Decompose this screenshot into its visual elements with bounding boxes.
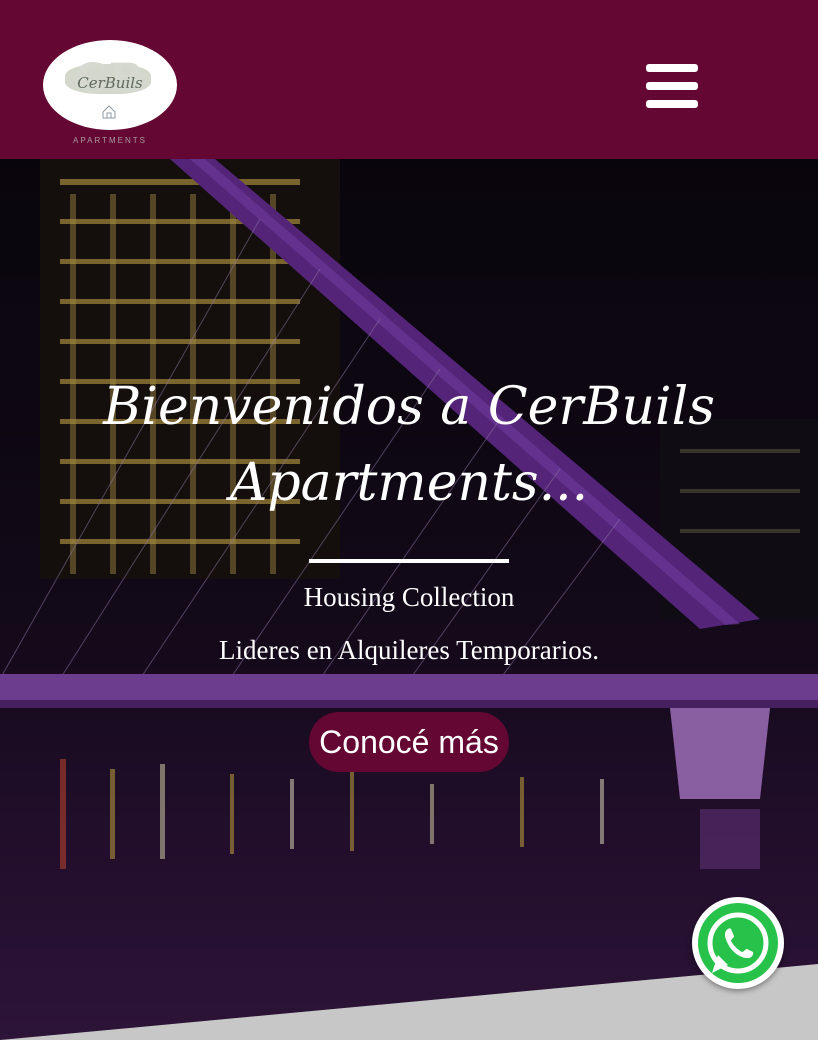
hamburger-bar bbox=[646, 100, 698, 108]
hamburger-icon bbox=[646, 64, 698, 72]
hamburger-bar bbox=[646, 82, 698, 90]
hero-subtitle: Housing Collection bbox=[303, 582, 515, 612]
hero-tagline: Lideres en Alquileres Temporarios. bbox=[218, 635, 599, 665]
site-header: CB CerBuils APARTMENTS bbox=[0, 0, 818, 159]
house-icon bbox=[102, 105, 116, 119]
hero-divider bbox=[309, 559, 509, 563]
site-logo[interactable]: CB CerBuils bbox=[43, 40, 177, 130]
hero-title-line-1: Bienvenidos a CerBuils bbox=[103, 377, 715, 437]
whatsapp-icon bbox=[707, 912, 769, 974]
whatsapp-button[interactable] bbox=[692, 897, 784, 989]
learn-more-button[interactable]: Conocé más bbox=[309, 712, 509, 772]
menu-button[interactable] bbox=[646, 64, 698, 110]
logo-subtitle: APARTMENTS bbox=[73, 136, 147, 145]
hero-section: Bienvenidos a CerBuils Apartments... Hou… bbox=[0, 159, 818, 1040]
logo-script-name: CerBuils bbox=[77, 74, 143, 92]
hero-title-line-2: Apartments... bbox=[229, 453, 589, 513]
hero-title: Bienvenidos a CerBuils Apartments... bbox=[0, 369, 818, 521]
